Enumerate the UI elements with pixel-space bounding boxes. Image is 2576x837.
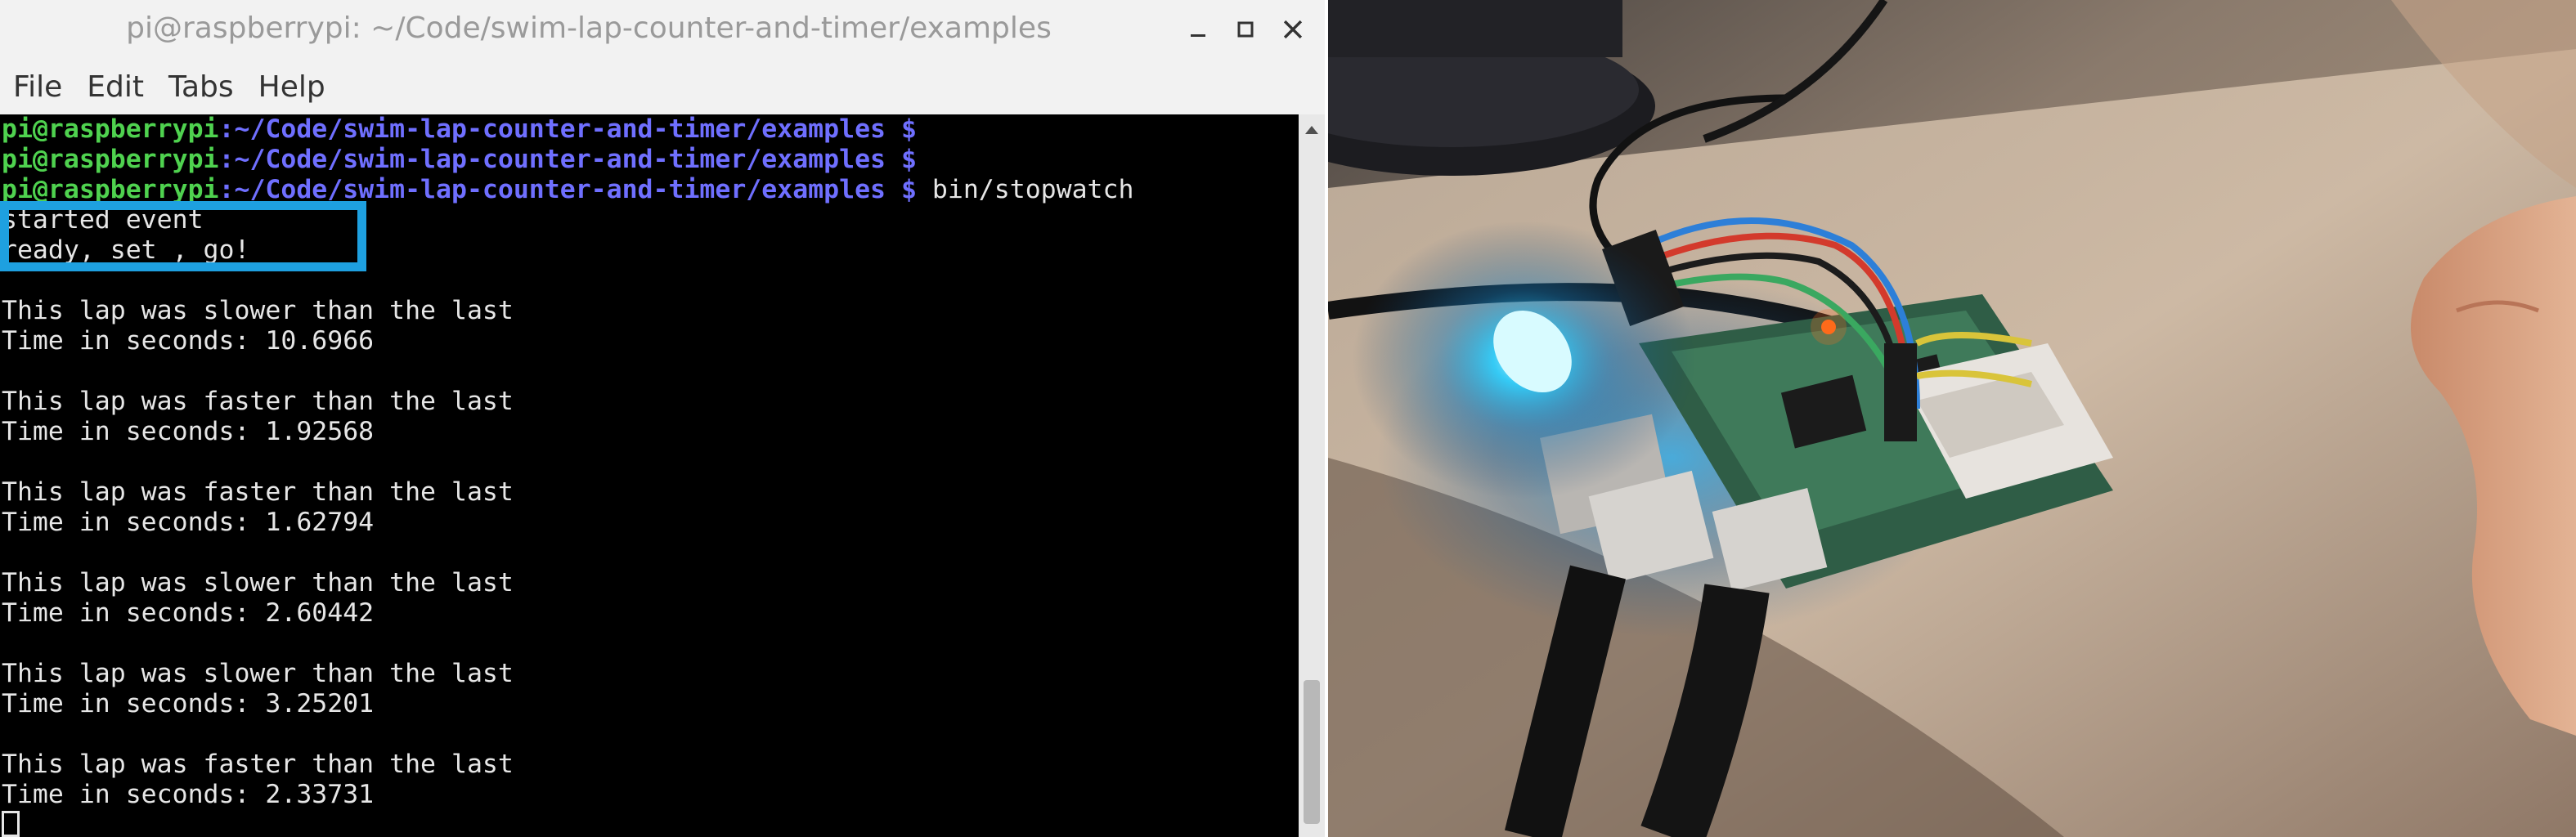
- prompt-path: :~/Code/swim-lap-counter-and-timer/examp…: [218, 114, 886, 144]
- minimize-button[interactable]: [1179, 10, 1217, 49]
- prompt-path: :~/Code/swim-lap-counter-and-timer/examp…: [218, 145, 886, 174]
- output-line: This lap was slower than the last: [2, 296, 514, 325]
- output-line: ready, set , go!: [2, 235, 250, 265]
- output-line: Time in seconds: 1.62794: [2, 508, 375, 537]
- menu-edit[interactable]: Edit: [74, 60, 155, 114]
- window-title: pi@raspberrypi: ~/Code/swim-lap-counter-…: [126, 11, 1052, 45]
- output-line: started event: [2, 205, 204, 235]
- menu-bar: File Edit Tabs Help: [0, 60, 1325, 114]
- prompt-command: bin/stopwatch: [916, 175, 1134, 204]
- raspberry-pi-with-led-image: [1328, 0, 2576, 837]
- prompt-user: pi@raspberrypi: [2, 145, 219, 174]
- title-bar[interactable]: pi@raspberrypi: ~/Code/swim-lap-counter-…: [0, 0, 1325, 60]
- menu-tabs[interactable]: Tabs: [155, 60, 245, 114]
- prompt-symbol: $: [886, 145, 917, 174]
- prompt-line: pi@raspberrypi:~/Code/swim-lap-counter-a…: [0, 114, 1299, 145]
- output-line: Time in seconds: 10.6966: [2, 326, 375, 356]
- maximize-icon: [1237, 21, 1254, 38]
- scrollbar-thumb[interactable]: [1304, 680, 1320, 824]
- output-line: This lap was faster than the last: [2, 477, 514, 507]
- prompt-symbol: $: [886, 175, 917, 204]
- prompt-symbol: $: [886, 114, 917, 144]
- output-line: This lap was slower than the last: [2, 659, 514, 688]
- scroll-up-button[interactable]: [1299, 118, 1325, 142]
- scroll-up-icon: [1305, 126, 1318, 134]
- terminal-window: pi@raspberrypi: ~/Code/swim-lap-counter-…: [0, 0, 1325, 837]
- output-line: This lap was faster than the last: [2, 387, 514, 416]
- output-line: This lap was slower than the last: [2, 568, 514, 598]
- terminal-output[interactable]: pi@raspberrypi:~/Code/swim-lap-counter-a…: [0, 114, 1299, 837]
- prompt-path: :~/Code/swim-lap-counter-and-timer/examp…: [218, 175, 886, 204]
- prompt-user: pi@raspberrypi: [2, 114, 219, 144]
- terminal-cursor: [2, 811, 20, 837]
- output-line: Time in seconds: 1.92568: [2, 417, 375, 446]
- prompt-line: pi@raspberrypi:~/Code/swim-lap-counter-a…: [0, 145, 1299, 175]
- maximize-button[interactable]: [1227, 10, 1264, 49]
- output-line: Time in seconds: 3.25201: [2, 689, 375, 718]
- minimize-icon: [1191, 34, 1205, 37]
- raspberry-pi-photo: [1328, 0, 2576, 837]
- menu-file[interactable]: File: [0, 60, 74, 114]
- menu-help[interactable]: Help: [245, 60, 337, 114]
- output-line: Time in seconds: 2.33731: [2, 780, 375, 809]
- output-line: Time in seconds: 2.60442: [2, 598, 375, 628]
- close-icon: [1283, 20, 1303, 39]
- prompt-user: pi@raspberrypi: [2, 175, 219, 204]
- prompt-line: pi@raspberrypi:~/Code/swim-lap-counter-a…: [0, 175, 1299, 205]
- output-line: This lap was faster than the last: [2, 750, 514, 779]
- close-button[interactable]: [1274, 10, 1312, 49]
